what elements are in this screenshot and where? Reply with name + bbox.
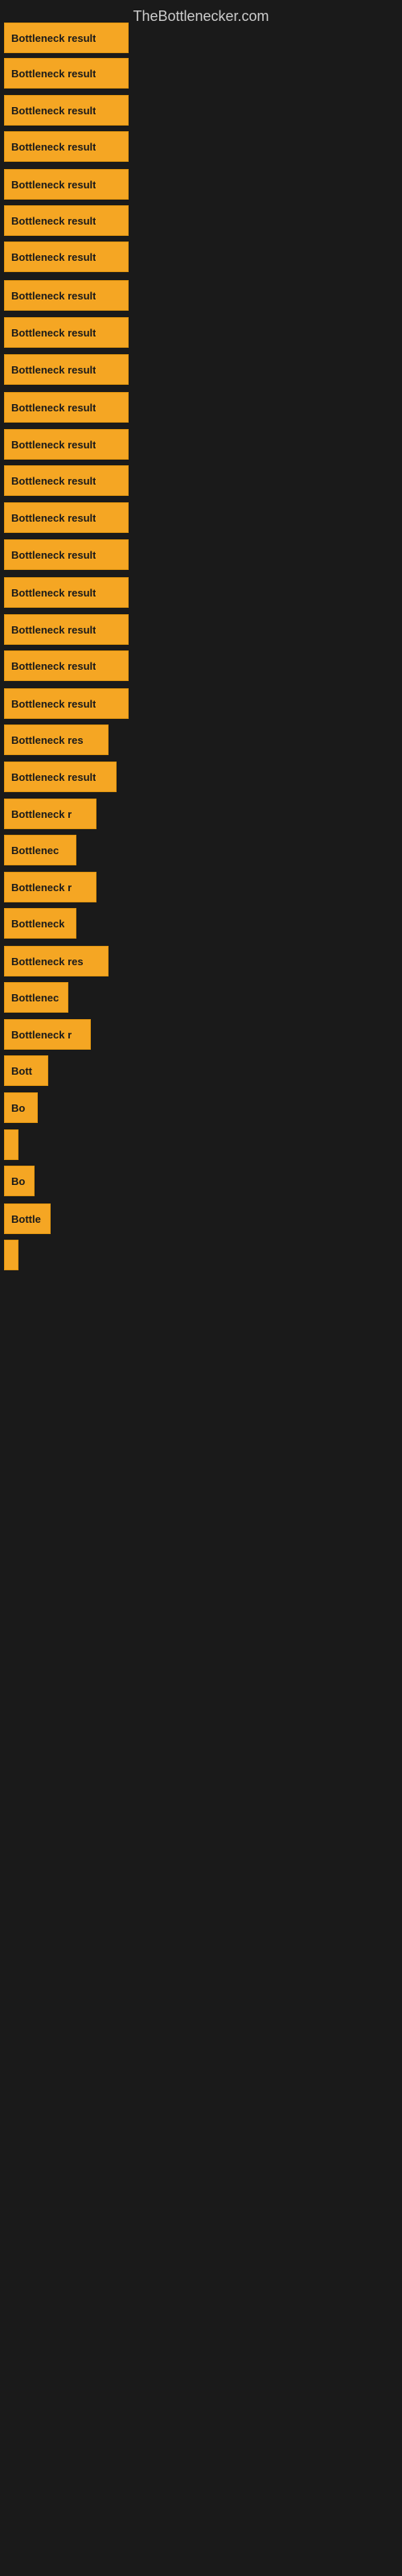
bottleneck-label-11: Bottleneck result: [11, 402, 96, 414]
bottleneck-item-25[interactable]: Bottleneck: [4, 908, 76, 939]
bottleneck-item-19[interactable]: Bottleneck result: [4, 688, 129, 719]
bottleneck-item-27[interactable]: Bottlenec: [4, 982, 68, 1013]
bottleneck-label-20: Bottleneck res: [11, 734, 84, 746]
bottleneck-label-25: Bottleneck: [11, 918, 64, 930]
bottleneck-label-30: Bo: [11, 1102, 25, 1114]
bottleneck-item-26[interactable]: Bottleneck res: [4, 946, 109, 976]
bottleneck-label-10: Bottleneck result: [11, 364, 96, 376]
bottleneck-item-12[interactable]: Bottleneck result: [4, 429, 129, 460]
bottleneck-label-16: Bottleneck result: [11, 587, 96, 599]
bottleneck-item-15[interactable]: Bottleneck result: [4, 539, 129, 570]
bottleneck-label-22: Bottleneck r: [11, 808, 72, 820]
bottleneck-label-26: Bottleneck res: [11, 956, 84, 968]
bottleneck-item-9[interactable]: Bottleneck result: [4, 317, 129, 348]
bottleneck-item-18[interactable]: Bottleneck result: [4, 650, 129, 681]
bottleneck-label-14: Bottleneck result: [11, 512, 96, 524]
bottleneck-label-5: Bottleneck result: [11, 179, 96, 191]
bottleneck-item-10[interactable]: Bottleneck result: [4, 354, 129, 385]
bottleneck-label-33: Bottle: [11, 1213, 41, 1225]
bottleneck-label-17: Bottleneck result: [11, 624, 96, 636]
bottleneck-label-29: Bott: [11, 1065, 32, 1077]
bottleneck-item-31[interactable]: B: [4, 1129, 18, 1160]
bottleneck-item-5[interactable]: Bottleneck result: [4, 169, 129, 200]
bottleneck-label-2: Bottleneck result: [11, 68, 96, 80]
bottleneck-item-4[interactable]: Bottleneck result: [4, 131, 129, 162]
bottleneck-label-28: Bottleneck r: [11, 1029, 72, 1041]
bottleneck-item-16[interactable]: Bottleneck result: [4, 577, 129, 608]
bottleneck-label-32: Bo: [11, 1175, 25, 1187]
bottleneck-item-23[interactable]: Bottlenec: [4, 835, 76, 865]
bottleneck-item-30[interactable]: Bo: [4, 1092, 38, 1123]
bottleneck-label-9: Bottleneck result: [11, 327, 96, 339]
bottleneck-label-18: Bottleneck result: [11, 660, 96, 672]
bottleneck-item-17[interactable]: Bottleneck result: [4, 614, 129, 645]
bottleneck-item-24[interactable]: Bottleneck r: [4, 872, 96, 902]
bottleneck-item-7[interactable]: Bottleneck result: [4, 242, 129, 272]
bottleneck-item-29[interactable]: Bott: [4, 1055, 48, 1086]
bottleneck-label-6: Bottleneck result: [11, 215, 96, 227]
bottleneck-item-14[interactable]: Bottleneck result: [4, 502, 129, 533]
bottleneck-item-2[interactable]: Bottleneck result: [4, 58, 129, 89]
bottleneck-item-21[interactable]: Bottleneck result: [4, 762, 117, 792]
bottleneck-label-23: Bottlenec: [11, 844, 59, 857]
bottleneck-label-4: Bottleneck result: [11, 141, 96, 153]
bottleneck-item-20[interactable]: Bottleneck res: [4, 724, 109, 755]
bottleneck-label-8: Bottleneck result: [11, 290, 96, 302]
bottleneck-item-11[interactable]: Bottleneck result: [4, 392, 129, 423]
bottleneck-item-6[interactable]: Bottleneck result: [4, 205, 129, 236]
bottleneck-label-24: Bottleneck r: [11, 881, 72, 894]
bottleneck-label-13: Bottleneck result: [11, 475, 96, 487]
bottleneck-item-22[interactable]: Bottleneck r: [4, 799, 96, 829]
bottleneck-label-19: Bottleneck result: [11, 698, 96, 710]
bottleneck-label-21: Bottleneck result: [11, 771, 96, 783]
bottleneck-item-1[interactable]: Bottleneck result: [4, 23, 129, 53]
bottleneck-item-13[interactable]: Bottleneck result: [4, 465, 129, 496]
bottleneck-item-33[interactable]: Bottle: [4, 1203, 51, 1234]
bottleneck-label-15: Bottleneck result: [11, 549, 96, 561]
bottleneck-label-12: Bottleneck result: [11, 439, 96, 451]
bottleneck-label-1: Bottleneck result: [11, 32, 96, 44]
bottleneck-item-8[interactable]: Bottleneck result: [4, 280, 129, 311]
bottleneck-item-3[interactable]: Bottleneck result: [4, 95, 129, 126]
bottleneck-label-3: Bottleneck result: [11, 105, 96, 117]
bottleneck-label-27: Bottlenec: [11, 992, 59, 1004]
bottleneck-item-32[interactable]: Bo: [4, 1166, 35, 1196]
bottleneck-item-34[interactable]: B: [4, 1240, 18, 1270]
bottleneck-label-7: Bottleneck result: [11, 251, 96, 263]
bottleneck-item-28[interactable]: Bottleneck r: [4, 1019, 91, 1050]
